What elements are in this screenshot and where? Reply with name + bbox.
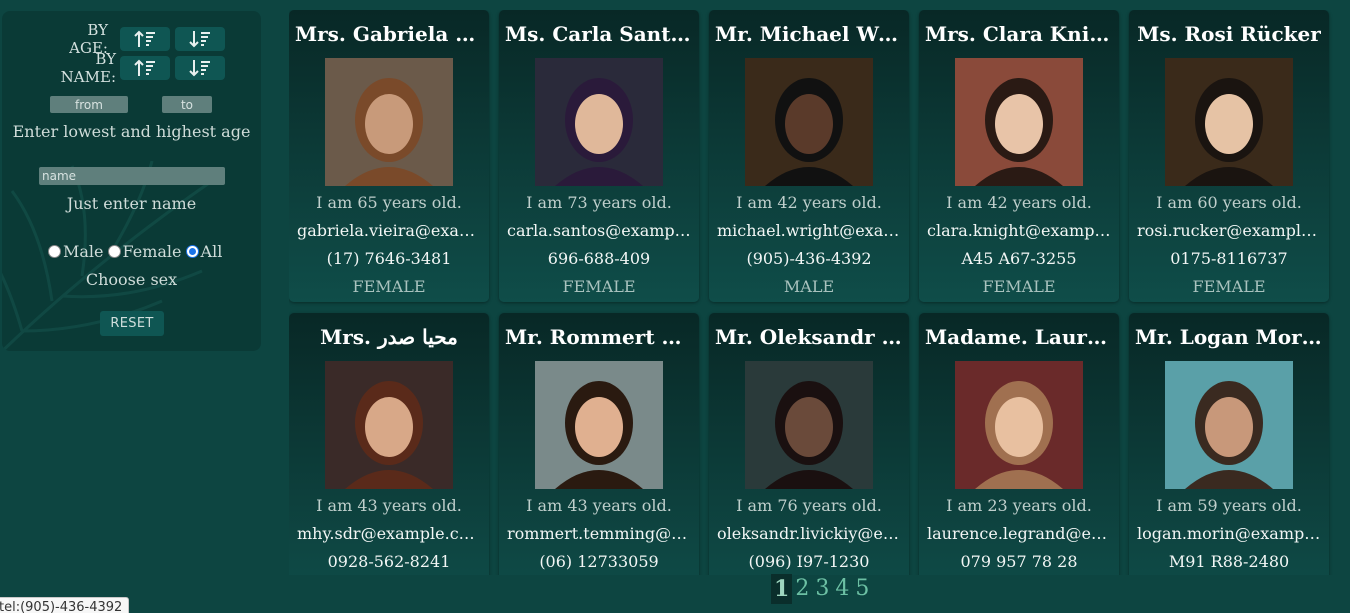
user-age: I am 76 years old.: [736, 496, 882, 515]
user-phone-link[interactable]: (905)-436-4392: [717, 249, 901, 268]
user-card: Mrs. Clara Knight I am 42 years old. clara…: [919, 10, 1119, 302]
user-name: Mrs. Gabriela Vieira: [295, 22, 483, 46]
user-card: Mr. Michael Wright I am 42 years old. mich…: [709, 10, 909, 302]
user-phone-link[interactable]: 0928-562-8241: [297, 552, 481, 571]
sex-caption: Choose sex: [85, 270, 178, 289]
sort-name-asc-button[interactable]: [120, 56, 170, 80]
user-card: Mr. Logan Morin I am 59 years old. logan.m…: [1129, 313, 1329, 575]
user-photo: [745, 361, 873, 489]
user-photo: [1165, 361, 1293, 489]
sex-radio-group: Male Female All: [48, 242, 222, 261]
user-card: Mr. Oleksandr Livickiy I am 76 years old.…: [709, 313, 909, 575]
user-email-link[interactable]: rommert.temming@example.com: [507, 524, 691, 543]
page-link-1[interactable]: 1: [771, 574, 793, 604]
user-name: Mr. Oleksandr Livickiy: [715, 325, 903, 349]
user-age: I am 59 years old.: [1156, 496, 1302, 515]
user-age: I am 60 years old.: [1156, 193, 1302, 212]
user-age: I am 65 years old.: [316, 193, 462, 212]
user-photo: [745, 58, 873, 186]
reset-button[interactable]: RESET: [100, 311, 164, 336]
user-phone-link[interactable]: 0175-8116737: [1137, 249, 1321, 268]
user-name: Ms. Rosi Rücker: [1137, 22, 1321, 46]
radio-male[interactable]: [48, 245, 61, 258]
user-card: Mrs. محیا صدر I am 43 years old. mhy.sdr@e…: [289, 313, 489, 575]
user-name: Mr. Logan Morin: [1135, 325, 1323, 349]
user-phone-link[interactable]: 696-688-409: [507, 249, 691, 268]
user-card: Mr. Rommert Temming I am 43 years old. rom…: [499, 313, 699, 575]
user-phone-link[interactable]: 079 957 78 28: [927, 552, 1111, 571]
sort-by-name-row: BY NAME:: [38, 50, 225, 86]
user-phone-link[interactable]: M91 R88-2480: [1137, 552, 1321, 571]
sort-ascending-icon: [134, 30, 155, 47]
user-card: Ms. Carla Santos I am 73 years old. carla.…: [499, 10, 699, 302]
user-phone-link[interactable]: (096) I97-1230: [717, 552, 901, 571]
user-card: Madame. Laurence Legrand I am 23 years ol…: [919, 313, 1119, 575]
user-sex: FEMALE: [1192, 277, 1266, 296]
page-link-4[interactable]: 4: [832, 574, 852, 604]
sort-descending-icon: [189, 60, 210, 77]
user-email-link[interactable]: logan.morin@example.com: [1137, 524, 1321, 543]
radio-male-label: Male: [63, 242, 104, 261]
page-link-2[interactable]: 2: [792, 574, 812, 604]
user-email-link[interactable]: laurence.legrand@example.com: [927, 524, 1111, 543]
radio-female[interactable]: [107, 245, 121, 258]
user-phone-link[interactable]: (06) 12733059: [507, 552, 691, 571]
user-photo: [325, 58, 453, 186]
pagination: 1 2 3 4 5: [771, 574, 872, 604]
page-link-3[interactable]: 3: [812, 574, 832, 604]
user-age: I am 43 years old.: [526, 496, 672, 515]
user-email-link[interactable]: michael.wright@example.com: [717, 221, 901, 240]
user-age: I am 43 years old.: [316, 496, 462, 515]
user-photo: [955, 58, 1083, 186]
age-range-caption: Enter lowest and highest age: [12, 122, 251, 141]
user-card: Ms. Rosi Rücker I am 60 years old. rosi.ru…: [1129, 10, 1329, 302]
user-email-link[interactable]: carla.santos@example.com: [507, 221, 691, 240]
page-link-5[interactable]: 5: [852, 574, 872, 604]
name-search-input[interactable]: [39, 167, 225, 185]
radio-female-label: Female: [122, 242, 182, 261]
user-name: Mr. Rommert Temming: [505, 325, 693, 349]
user-age: I am 73 years old.: [526, 193, 672, 212]
user-phone-link[interactable]: A45 A67-3255: [927, 249, 1111, 268]
sort-by-name-label: BY NAME:: [60, 50, 116, 86]
user-card-grid: Mrs. Gabriela Vieira I am 65 years old. ga…: [289, 10, 1339, 575]
user-photo: [535, 58, 663, 186]
user-name: Madame. Laurence Legrand: [925, 325, 1113, 349]
sort-descending-icon: [189, 31, 210, 48]
user-sex: MALE: [783, 277, 835, 296]
user-phone-link[interactable]: (17) 7646-3481: [297, 249, 481, 268]
user-photo: [325, 361, 453, 489]
radio-all[interactable]: [185, 245, 199, 258]
sort-age-asc-button[interactable]: [120, 27, 170, 51]
user-card: Mrs. Gabriela Vieira I am 65 years old. ga…: [289, 10, 489, 302]
user-name: Ms. Carla Santos: [505, 22, 693, 46]
sort-age-desc-button[interactable]: [175, 27, 225, 51]
user-email-link[interactable]: oleksandr.livickiy@example.com: [717, 524, 901, 543]
user-name: Mrs. محیا صدر: [320, 325, 458, 349]
user-sex: FEMALE: [562, 277, 636, 296]
sort-ascending-icon: [134, 59, 155, 76]
user-age: I am 42 years old.: [946, 193, 1092, 212]
user-email-link[interactable]: mhy.sdr@example.com: [297, 524, 481, 543]
user-name: Mrs. Clara Knight: [925, 22, 1113, 46]
user-age: I am 23 years old.: [946, 496, 1092, 515]
radio-all-label: All: [200, 242, 223, 261]
user-photo: [535, 361, 663, 489]
age-to-input[interactable]: [162, 96, 212, 113]
link-tooltip: tel:(905)-436-4392: [0, 597, 130, 613]
user-sex: FEMALE: [352, 277, 426, 296]
user-sex: FEMALE: [982, 277, 1056, 296]
age-from-input[interactable]: [50, 96, 128, 113]
name-caption: Just enter name: [66, 194, 197, 213]
sort-name-desc-button[interactable]: [175, 56, 225, 80]
user-age: I am 42 years old.: [736, 193, 882, 212]
filter-sidebar: BY AGE: BY NAME: Enter lowest and highes…: [2, 11, 261, 351]
user-email-link[interactable]: rosi.rucker@example.com: [1137, 221, 1321, 240]
user-name: Mr. Michael Wright: [715, 22, 903, 46]
user-photo: [955, 361, 1083, 489]
user-email-link[interactable]: gabriela.vieira@example.com: [297, 221, 481, 240]
user-email-link[interactable]: clara.knight@example.com: [927, 221, 1111, 240]
user-photo: [1165, 58, 1293, 186]
